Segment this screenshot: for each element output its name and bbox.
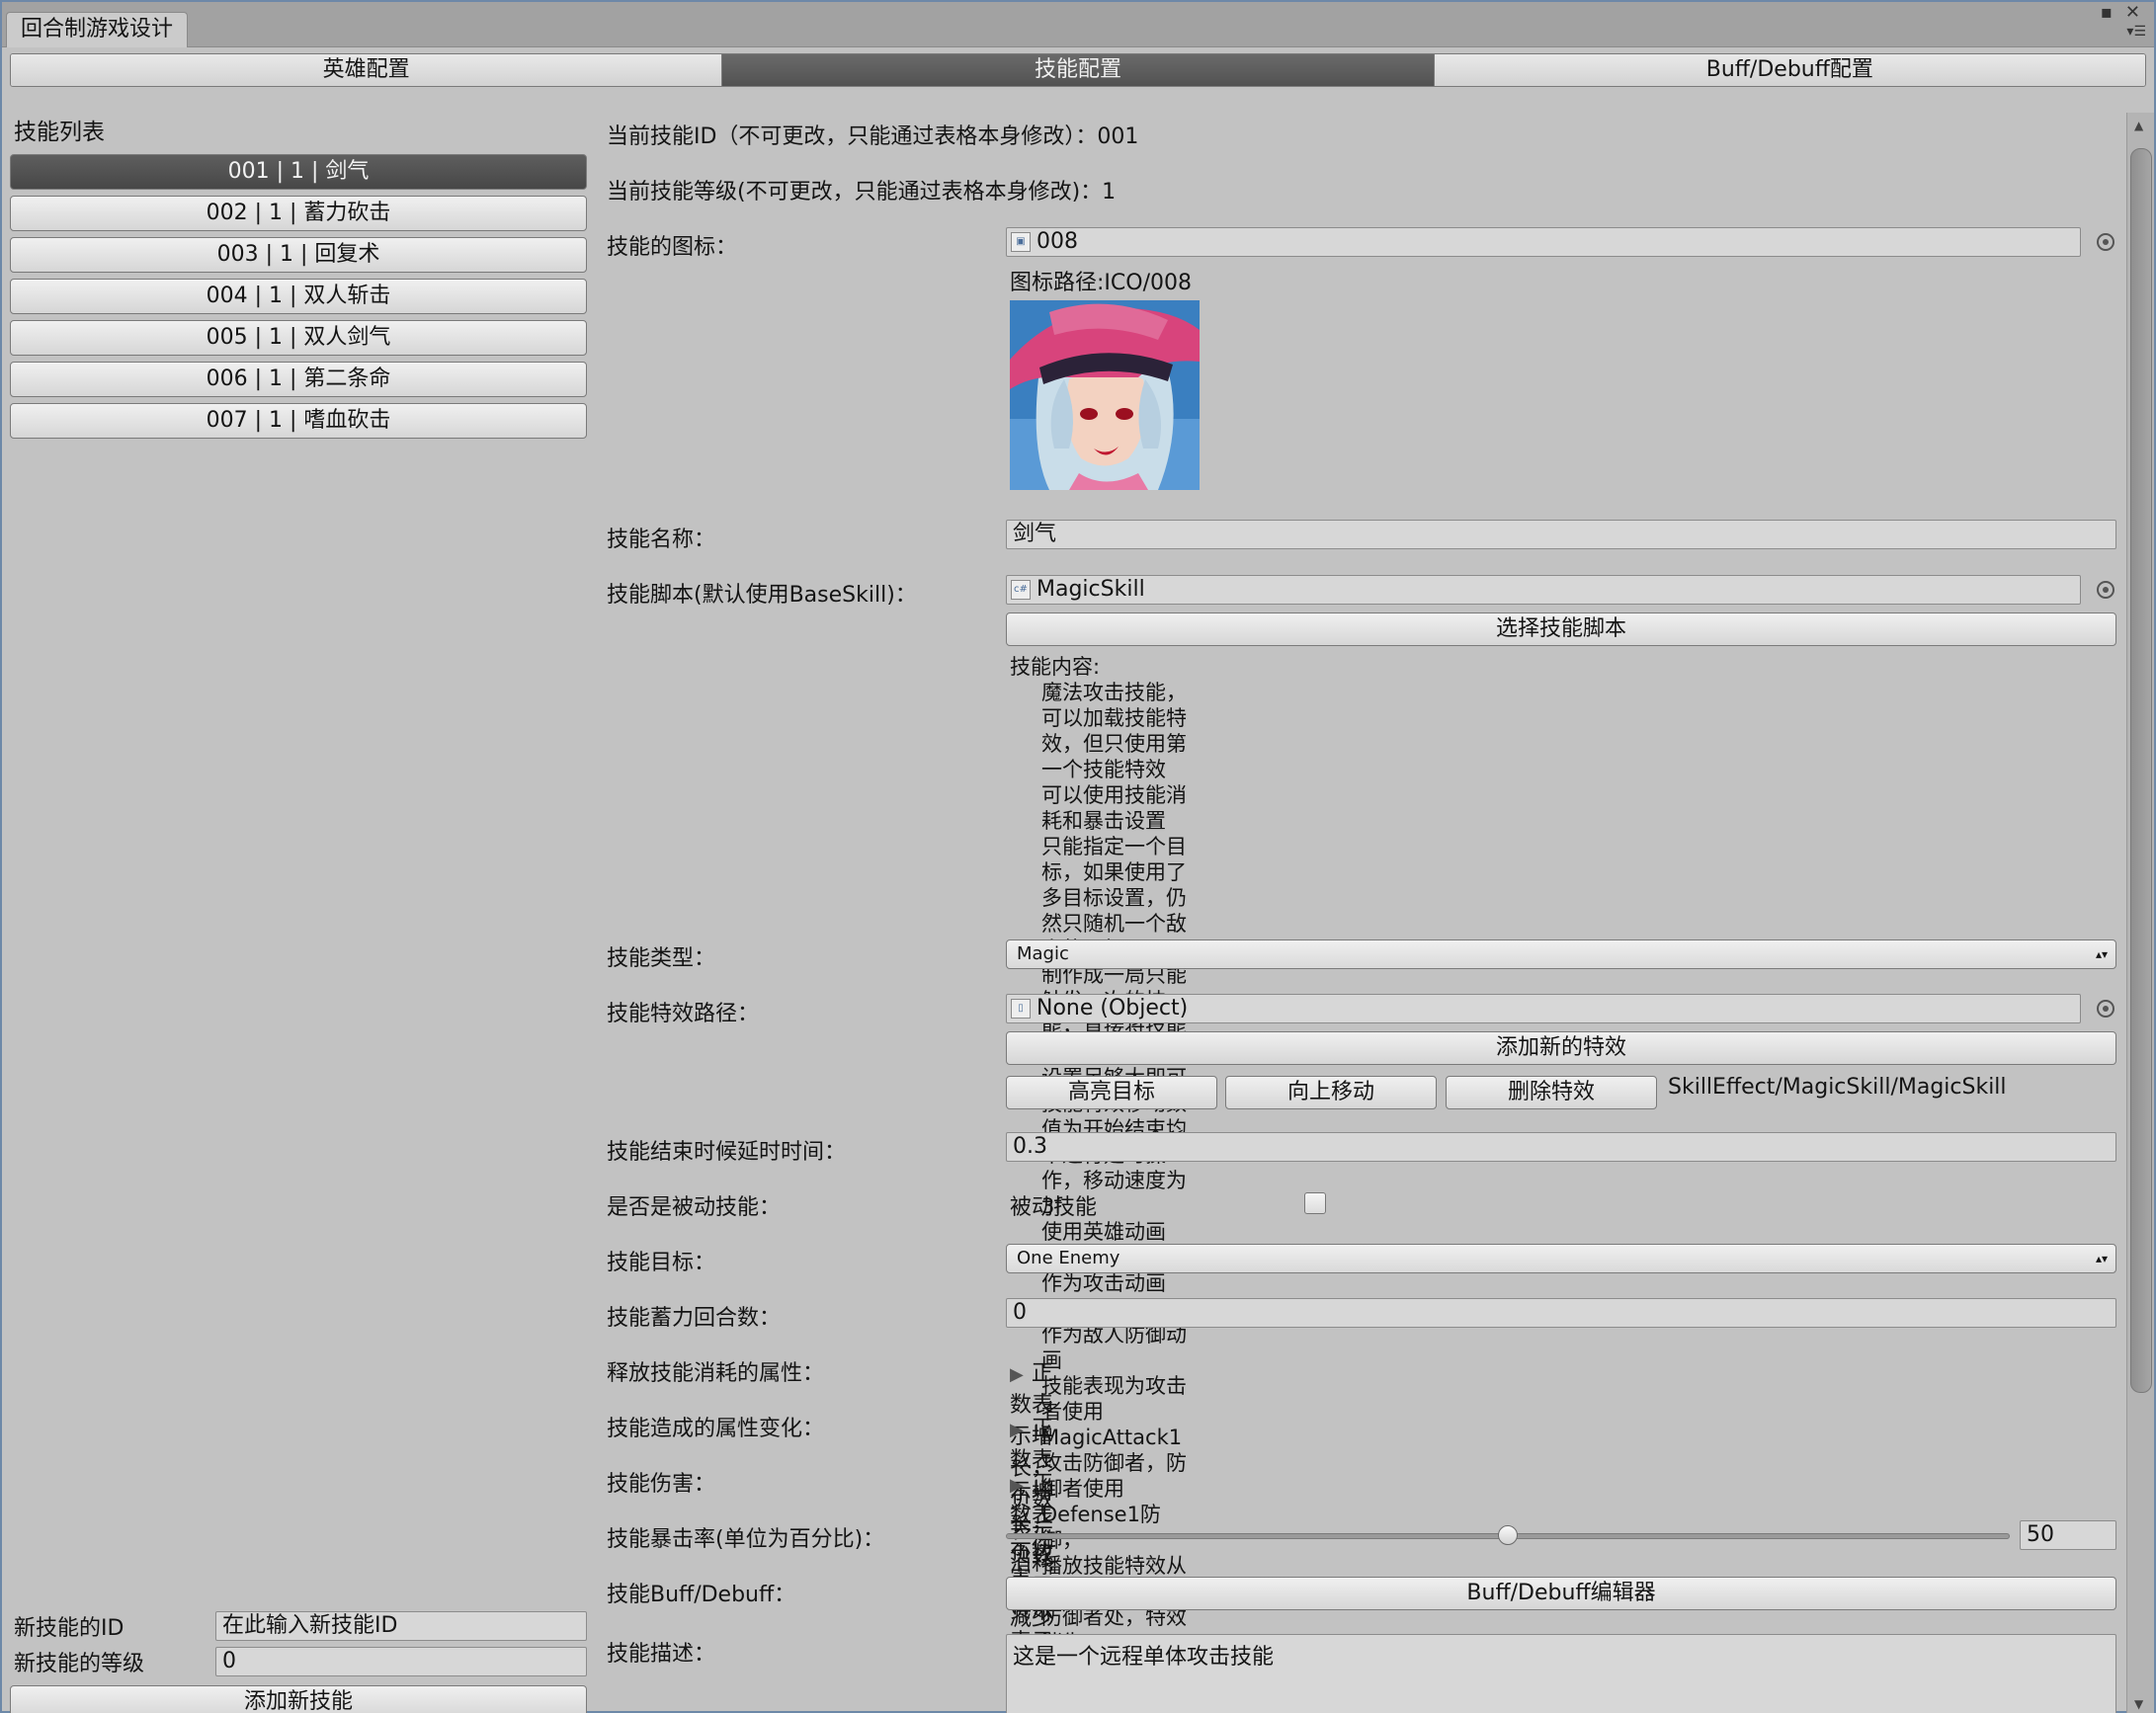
new-skill-id-input[interactable]: 在此输入新技能ID — [215, 1611, 587, 1641]
skill-level-info: 当前技能等级(不可更改，只能通过表格本身修改)：1 — [607, 180, 1117, 204]
close-icon[interactable]: ✕ — [2125, 4, 2140, 22]
object-picker-icon[interactable] — [2097, 1000, 2115, 1018]
texture-icon: ▣ — [1011, 232, 1031, 252]
skill-name-input[interactable]: 剑气 — [1006, 520, 2116, 549]
skill-script-label: 技能脚本(默认使用BaseSkill)： — [607, 583, 917, 608]
skill-script-value: MagicSkill — [1037, 577, 1145, 602]
skill-effect-label: 技能特效路径： — [607, 1002, 760, 1026]
cost-attr-label: 释放技能消耗的属性： — [607, 1361, 825, 1386]
skill-target-label: 技能目标： — [607, 1251, 716, 1275]
skill-effect-value: None (Object) — [1037, 996, 1189, 1020]
icon-label: 技能的图标： — [607, 235, 738, 260]
new-skill-id-label: 新技能的ID — [14, 1616, 124, 1641]
title-bar: 回合制游戏设计 ▪ ✕ ▾☰ — [2, 2, 2154, 47]
icon-path-text: 图标路径:ICO/008 — [1010, 271, 1192, 295]
csharp-script-icon: c# — [1011, 580, 1031, 600]
skill-name-label: 技能名称： — [607, 528, 716, 552]
foldout-arrow-icon: ▶ — [1010, 1364, 1024, 1385]
delete-effect-button[interactable]: 删除特效 — [1446, 1076, 1657, 1109]
skill-list-item[interactable]: 006 | 1 | 第二条命 — [10, 362, 587, 397]
dropdown-arrows-icon: ▴▾ — [2095, 947, 2108, 961]
skill-list-item[interactable]: 003 | 1 | 回复术 — [10, 237, 587, 273]
skill-content-title: 技能内容: — [1010, 655, 1101, 679]
foldout-arrow-icon: ▶ — [1010, 1475, 1024, 1496]
skill-type-label: 技能类型： — [607, 946, 716, 971]
charge-rounds-input[interactable]: 0 — [1006, 1298, 2116, 1328]
window-title-tab[interactable]: 回合制游戏设计 — [6, 12, 189, 47]
attr-change-label: 技能造成的属性变化： — [607, 1417, 825, 1441]
skill-effect-field[interactable]: ▯ None (Object) — [1006, 994, 2081, 1023]
dropdown-arrows-icon: ▴▾ — [2095, 1252, 2108, 1265]
maximize-icon[interactable]: ▪ — [2101, 4, 2113, 22]
skill-list-item[interactable]: 002 | 1 | 蓄力砍击 — [10, 196, 587, 231]
new-skill-level-label: 新技能的等级 — [14, 1652, 145, 1676]
effect-path-text: SkillEffect/MagicSkill/MagicSkill — [1668, 1075, 2007, 1100]
buff-debuff-label: 技能Buff/Debuff： — [607, 1583, 796, 1607]
skill-desc-label: 技能描述： — [607, 1642, 716, 1667]
skill-desc-textarea[interactable]: 这是一个远程单体攻击技能 — [1006, 1634, 2116, 1713]
foldout-arrow-icon: ▶ — [1010, 1420, 1024, 1440]
top-tab-bar: 英雄配置 技能配置 Buff/Debuff配置 — [10, 53, 2146, 87]
skill-type-value: Magic — [1017, 943, 1069, 964]
passive-label: 是否是被动技能： — [607, 1195, 782, 1220]
icon-object-value: 008 — [1037, 229, 1078, 254]
object-picker-icon[interactable] — [2097, 233, 2115, 251]
passive-checkbox[interactable] — [1304, 1192, 1326, 1214]
vertical-scrollbar[interactable]: ▲ ▼ — [2126, 113, 2154, 1713]
tab-buff-config[interactable]: Buff/Debuff配置 — [1434, 54, 2145, 86]
skill-list-item[interactable]: 001 | 1 | 剑气 — [10, 154, 587, 190]
end-delay-label: 技能结束时候延时时间： — [607, 1140, 847, 1165]
editor-window: 回合制游戏设计 ▪ ✕ ▾☰ 英雄配置 技能配置 Buff/Debuff配置 技… — [0, 0, 2156, 1713]
damage-label: 技能伤害： — [607, 1472, 716, 1497]
skill-list-item[interactable]: 005 | 1 | 双人剑气 — [10, 320, 587, 356]
skill-content-line: 制作成一局只能触发一次的技能，直接将技能释放消耗回合数设置足够大即可 — [1041, 963, 1187, 1090]
skill-target-value: One Enemy — [1017, 1248, 1120, 1268]
new-skill-panel: 新技能的ID 在此输入新技能ID 新技能的等级 0 添加新技能 — [10, 1608, 587, 1713]
buff-debuff-editor-button[interactable]: Buff/Debuff编辑器 — [1006, 1577, 2116, 1610]
add-effect-button[interactable]: 添加新的特效 — [1006, 1031, 2116, 1065]
new-skill-level-input[interactable]: 0 — [215, 1647, 587, 1676]
skill-type-dropdown[interactable]: Magic ▴▾ — [1006, 939, 2116, 969]
crit-rate-slider-thumb[interactable] — [1498, 1525, 1518, 1545]
skill-list: 001 | 1 | 剑气 002 | 1 | 蓄力砍击 003 | 1 | 回复… — [10, 154, 587, 445]
crit-rate-slider[interactable] — [1006, 1525, 2010, 1545]
menu-icon[interactable]: ▾☰ — [2126, 24, 2146, 40]
select-script-button[interactable]: 选择技能脚本 — [1006, 612, 2116, 646]
scroll-down-icon[interactable]: ▼ — [2134, 1697, 2143, 1711]
scroll-up-icon[interactable]: ▲ — [2134, 119, 2143, 132]
skill-script-field[interactable]: c# MagicSkill — [1006, 575, 2081, 605]
end-delay-input[interactable]: 0.3 — [1006, 1132, 2116, 1162]
skill-content-line: 魔法攻击技能，可以加载技能特效，但只使用第一个技能特效 — [1041, 681, 1187, 781]
crit-rate-input[interactable]: 50 — [2020, 1520, 2116, 1550]
icon-object-field[interactable]: ▣ 008 — [1006, 227, 2081, 257]
skill-content-line: 可以使用技能消耗和暴击设置 — [1041, 783, 1187, 833]
tab-skill-config[interactable]: 技能配置 — [722, 54, 1435, 86]
skill-id-info: 当前技能ID（不可更改，只能通过表格本身修改）：001 — [607, 124, 1139, 149]
skill-list-item[interactable]: 007 | 1 | 嗜血砍击 — [10, 403, 587, 439]
move-up-button[interactable]: 向上移动 — [1225, 1076, 1437, 1109]
skill-content-line: 使用英雄动画 MagicAttack1 作为攻击动画 MagicDefense1… — [1041, 1220, 1202, 1372]
tab-hero-config[interactable]: 英雄配置 — [11, 54, 723, 86]
add-skill-button[interactable]: 添加新技能 — [10, 1685, 587, 1713]
highlight-target-button[interactable]: 高亮目标 — [1006, 1076, 1217, 1109]
document-icon: ▯ — [1011, 999, 1031, 1019]
skill-list-title: 技能列表 — [14, 120, 105, 145]
passive-checkbox-label: 被动技能 — [1010, 1195, 1098, 1220]
crit-rate-label: 技能暴击率(单位为百分比)： — [607, 1527, 885, 1552]
charge-rounds-label: 技能蓄力回合数： — [607, 1306, 782, 1331]
skill-list-item[interactable]: 004 | 1 | 双人斩击 — [10, 279, 587, 314]
object-picker-icon[interactable] — [2097, 581, 2115, 599]
scrollbar-thumb[interactable] — [2130, 148, 2152, 1393]
skill-icon-preview — [1010, 300, 1200, 490]
skill-target-dropdown[interactable]: One Enemy ▴▾ — [1006, 1244, 2116, 1273]
